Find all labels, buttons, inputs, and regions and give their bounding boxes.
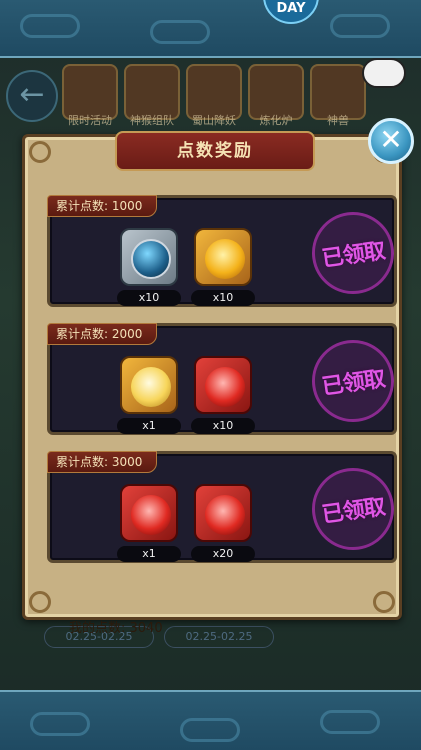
event-date: 02.25-02.25 [164, 626, 274, 648]
reward-count: x10 [191, 418, 255, 434]
event-label: 炼化炉 [259, 114, 293, 127]
day-badge[interactable]: DAY [263, 0, 319, 24]
top-cloud-banner: DAY [0, 0, 421, 58]
reward-count: x1 [117, 546, 181, 562]
reward-count: x1 [117, 418, 181, 434]
claimed-stamp-text: 已领取 [320, 493, 387, 529]
claimed-stamp-text: 已领取 [320, 237, 387, 273]
back-arrow-icon[interactable]: ← [6, 70, 58, 122]
dialog-title: 点数奖励 [115, 131, 315, 171]
red-beast-orb-icon [131, 495, 171, 535]
reward-item[interactable] [194, 228, 252, 286]
close-button[interactable]: ✕ [368, 118, 414, 164]
reward-tier: 累计点数: 1000 x10 x10 已领取 [47, 195, 400, 307]
red-orb-icon [205, 495, 245, 535]
top-right-menu-icon[interactable] [362, 58, 406, 88]
reward-count: x10 [117, 290, 181, 306]
tier-label: 累计点数: 3000 [47, 451, 158, 473]
gold-orb-icon [205, 239, 245, 279]
reward-item[interactable] [120, 484, 178, 542]
cloud-swirl-decoration [150, 20, 210, 44]
cloud-swirl-decoration [330, 14, 390, 38]
points-reward-dialog: 点数奖励 累计点数: 1000 x10 x10 已领取 累计点数: 2000 x… [22, 131, 402, 636]
game-screen: DAY ← 限时活动 神猴组队 蜀山降妖 炼化炉 神兽 02.25-02.25 … [0, 0, 421, 750]
event-label: 蜀山降妖 [192, 114, 236, 127]
bottom-cloud-banner [0, 690, 421, 750]
event-label: 限时活动 [68, 114, 112, 127]
dialog-body: 累计点数: 1000 x10 x10 已领取 累计点数: 2000 x1 x10… [33, 177, 400, 636]
reward-item[interactable] [194, 484, 252, 542]
tier-label: 累计点数: 1000 [47, 195, 158, 217]
reward-item[interactable] [120, 356, 178, 414]
cloud-swirl-decoration [20, 14, 80, 38]
reward-item[interactable] [194, 356, 252, 414]
my-points-label: 我的点数: 3040 [69, 621, 163, 636]
event-labels: 限时活动 神猴组队 蜀山降妖 炼化炉 神兽 [62, 112, 421, 128]
tier-label: 累计点数: 2000 [47, 323, 158, 345]
claimed-stamp: 已领取 [306, 334, 400, 428]
claimed-stamp: 已领取 [306, 206, 400, 300]
reward-tier: 累计点数: 2000 x1 x10 已领取 [47, 323, 400, 435]
event-label: 神兽 [327, 114, 349, 127]
claimed-stamp-text: 已领取 [320, 365, 387, 401]
corner-decoration [29, 141, 51, 163]
reward-count: x20 [191, 546, 255, 562]
event-label: 神猴组队 [130, 114, 174, 127]
claimed-stamp: 已领取 [306, 462, 400, 556]
reward-count: x10 [191, 290, 255, 306]
red-orb-icon [205, 367, 245, 407]
reward-tier: 累计点数: 3000 x1 x20 已领取 [47, 451, 400, 563]
hammer-orb-icon [131, 239, 171, 279]
cloud-swirl-decoration [180, 718, 240, 742]
reward-item[interactable] [120, 228, 178, 286]
cloud-swirl-decoration [30, 712, 90, 736]
golden-gem-icon [131, 367, 171, 407]
cloud-swirl-decoration [320, 710, 380, 734]
